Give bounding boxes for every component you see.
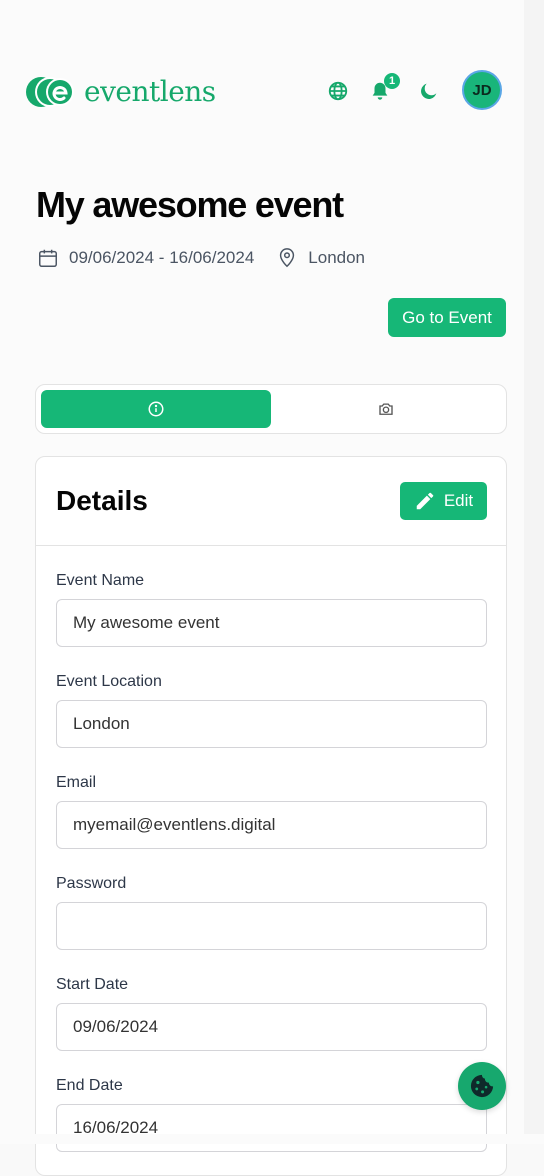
calendar-icon xyxy=(37,247,59,269)
notification-badge: 1 xyxy=(384,73,400,89)
event-location-input[interactable] xyxy=(56,700,487,748)
edit-button[interactable]: Edit xyxy=(400,482,487,520)
start-date-input[interactable] xyxy=(56,1003,487,1051)
logo[interactable]: eventlens xyxy=(26,72,216,112)
email-input[interactable] xyxy=(56,801,487,849)
edit-label: Edit xyxy=(443,491,474,510)
map-pin-icon xyxy=(276,247,298,269)
header: eventlens 1 JD xyxy=(26,70,506,114)
page-edge xyxy=(524,0,544,1144)
go-to-event-button[interactable]: Go to Event xyxy=(388,298,506,337)
logo-mark-icon xyxy=(26,72,80,112)
email-label: Email xyxy=(56,774,97,791)
tab-photos[interactable] xyxy=(271,390,501,428)
pencil-icon xyxy=(414,490,444,512)
end-date-label: End Date xyxy=(56,1077,123,1094)
start-date-label: Start Date xyxy=(56,976,129,993)
info-icon xyxy=(147,400,165,418)
details-card-header: Details Edit xyxy=(36,457,506,546)
end-date-input[interactable] xyxy=(56,1104,487,1152)
cookie-icon xyxy=(468,1072,496,1100)
moon-icon[interactable] xyxy=(417,79,441,103)
avatar[interactable]: JD xyxy=(462,70,502,110)
page-title: My awesome event xyxy=(36,184,344,225)
bell-icon[interactable]: 1 xyxy=(368,73,400,103)
tab-bar xyxy=(35,384,507,434)
details-card: Details Edit Event Name Event Location E… xyxy=(35,456,507,1176)
event-location-label: Event Location xyxy=(56,673,162,690)
event-location: London xyxy=(308,248,366,267)
event-name-input[interactable] xyxy=(56,599,487,647)
event-name-label: Event Name xyxy=(56,572,145,589)
viewport-bottom-edge xyxy=(0,1134,544,1144)
event-date-range: 09/06/2024 - 16/06/2024 xyxy=(69,248,255,267)
details-title: Details xyxy=(56,485,148,516)
camera-icon xyxy=(377,400,395,418)
password-input[interactable] xyxy=(56,902,487,950)
globe-icon[interactable] xyxy=(326,79,350,103)
password-label: Password xyxy=(56,875,127,892)
tab-info[interactable] xyxy=(41,390,271,428)
logo-text: eventlens xyxy=(84,74,216,108)
cookie-settings-button[interactable] xyxy=(458,1062,506,1110)
event-meta: 09/06/2024 - 16/06/2024 London xyxy=(37,246,365,270)
